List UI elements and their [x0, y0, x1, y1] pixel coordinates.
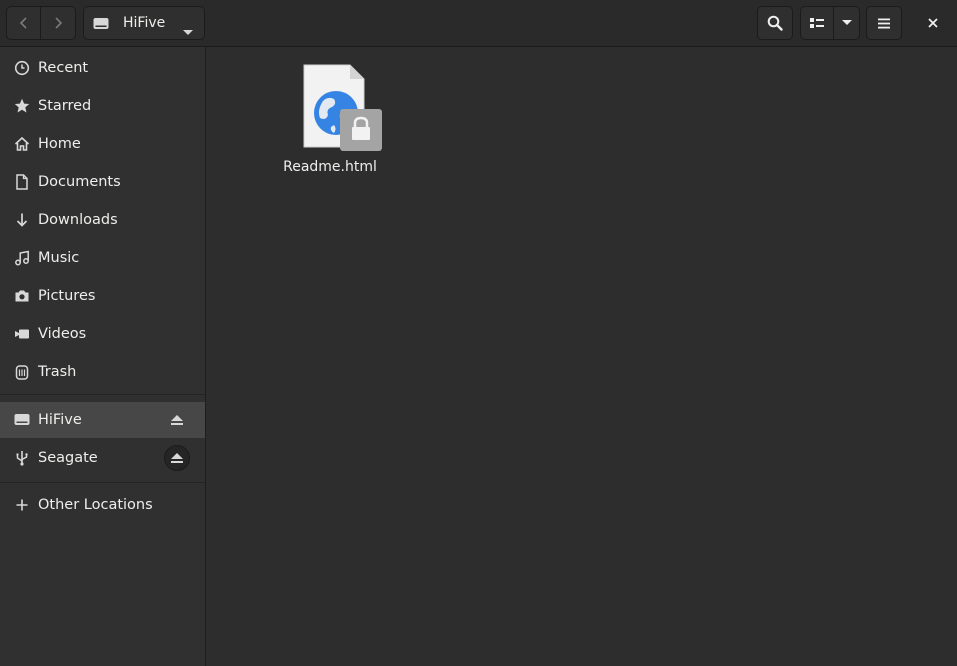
sidebar-item-label: Trash: [38, 364, 77, 380]
sidebar-item-hifive[interactable]: HiFive: [0, 402, 205, 438]
sidebar-item-label: Videos: [38, 326, 87, 342]
sidebar-item-home[interactable]: Home: [0, 126, 205, 162]
sidebar-item-documents[interactable]: Documents: [0, 164, 205, 200]
sidebar-item-other-locations[interactable]: Other Locations: [0, 487, 205, 523]
html-file-icon: [290, 63, 382, 151]
music-icon: [13, 249, 31, 267]
eject-icon[interactable]: [164, 445, 190, 471]
close-icon: [928, 18, 938, 28]
sidebar-item-starred[interactable]: Starred: [0, 88, 205, 124]
sidebar-item-label: Downloads: [38, 212, 118, 228]
chevron-right-icon: [55, 17, 63, 29]
file-item[interactable]: Readme.html: [278, 63, 382, 175]
drive-icon: [13, 411, 31, 429]
clock-icon: [13, 59, 31, 77]
view-button[interactable]: [800, 6, 834, 40]
chevron-left-icon: [19, 17, 27, 29]
sidebar-item-recent[interactable]: Recent: [0, 50, 205, 86]
chevron-down-icon[interactable]: [183, 21, 193, 40]
file-name: Readme.html: [283, 159, 377, 175]
list-view-icon: [810, 18, 824, 28]
eject-icon[interactable]: [164, 407, 190, 433]
sidebar-item-label: Recent: [38, 60, 89, 76]
location-label: HiFive: [123, 15, 166, 31]
download-icon: [13, 211, 31, 229]
camera-icon: [13, 287, 31, 305]
search-icon: [767, 15, 783, 31]
location-button[interactable]: HiFive: [83, 6, 205, 40]
sidebar-item-label: Seagate: [38, 450, 98, 466]
usb-icon: [13, 449, 31, 467]
plus-icon: [13, 496, 31, 514]
drive-icon: [93, 16, 109, 35]
lock-icon: [340, 109, 382, 151]
sidebar-item-label: Starred: [38, 98, 92, 114]
back-button[interactable]: [6, 6, 41, 40]
sidebar-item-trash[interactable]: Trash: [0, 354, 205, 390]
sidebar-item-downloads[interactable]: Downloads: [0, 202, 205, 238]
header-bar: HiFive: [0, 0, 957, 47]
sidebar-item-music[interactable]: Music: [0, 240, 205, 276]
menu-button[interactable]: [866, 6, 902, 40]
file-view[interactable]: Readme.html: [206, 47, 957, 666]
sidebar: Recent Starred Home Documents Downloads …: [0, 47, 206, 666]
sidebar-separator: [0, 394, 205, 395]
view-options-button[interactable]: [834, 6, 860, 40]
document-icon: [13, 173, 31, 191]
home-icon: [13, 135, 31, 153]
trash-icon: [13, 363, 31, 381]
sidebar-item-seagate[interactable]: Seagate: [0, 440, 205, 476]
sidebar-item-label: Music: [38, 250, 80, 266]
sidebar-item-label: Home: [38, 136, 81, 152]
chevron-down-icon: [841, 20, 852, 25]
sidebar-item-label: HiFive: [38, 412, 82, 428]
hamburger-menu-icon: [878, 18, 890, 28]
video-icon: [13, 325, 31, 343]
forward-button[interactable]: [41, 6, 76, 40]
sidebar-separator: [0, 482, 205, 483]
close-button[interactable]: [915, 6, 951, 40]
sidebar-item-label: Pictures: [38, 288, 96, 304]
sidebar-item-videos[interactable]: Videos: [0, 316, 205, 352]
star-icon: [13, 97, 31, 115]
search-button[interactable]: [757, 6, 793, 40]
sidebar-item-pictures[interactable]: Pictures: [0, 278, 205, 314]
sidebar-item-label: Documents: [38, 174, 121, 190]
sidebar-item-label: Other Locations: [38, 497, 153, 513]
